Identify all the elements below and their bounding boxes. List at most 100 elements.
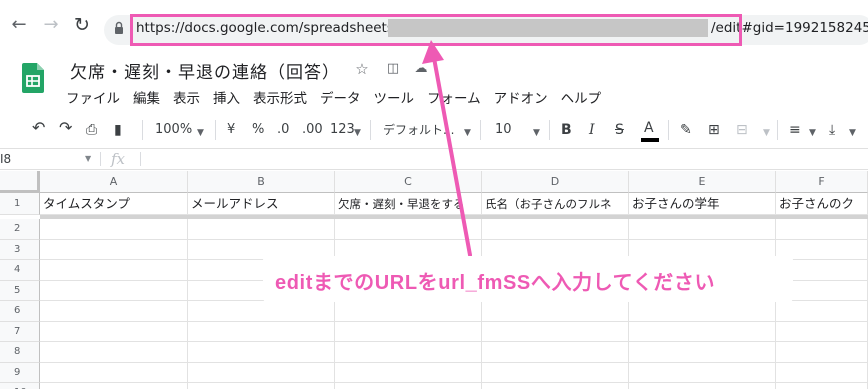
grid-cell[interactable] — [188, 362, 335, 383]
merge-cells-icon[interactable]: ⊟ — [736, 122, 748, 138]
grid-cell[interactable] — [335, 219, 482, 240]
grid-cell[interactable] — [629, 301, 776, 322]
forward-arrow-icon[interactable]: → — [40, 14, 62, 36]
grid-cell[interactable] — [629, 362, 776, 383]
select-all-corner[interactable] — [0, 171, 40, 193]
paint-format-icon[interactable]: ▮ — [114, 122, 122, 138]
grid-cell[interactable] — [776, 321, 868, 342]
grid-cell[interactable] — [40, 239, 188, 260]
horizontal-align-icon[interactable]: ≡ — [789, 122, 801, 138]
column-header-f[interactable]: F — [776, 171, 868, 193]
menu-help[interactable]: ヘルプ — [561, 87, 602, 107]
increase-decimal-button[interactable]: .00 — [302, 122, 323, 138]
grid-cell[interactable] — [482, 362, 629, 383]
font-size-select[interactable]: 10 — [495, 122, 512, 138]
grid-cell[interactable] — [776, 219, 868, 240]
document-title[interactable]: 欠席・遅刻・早退の連絡（回答） — [70, 58, 340, 83]
grid-cell[interactable] — [482, 383, 629, 389]
menu-file[interactable]: ファイル — [66, 87, 120, 107]
font-family-select[interactable]: デフォルト... — [383, 122, 454, 138]
grid-cell[interactable] — [40, 342, 188, 363]
column-header-e[interactable]: E — [629, 171, 776, 193]
grid-cell[interactable] — [776, 362, 868, 383]
row-header-8[interactable]: 8 — [0, 342, 40, 363]
column-header-a[interactable]: A — [40, 171, 188, 193]
bold-button[interactable]: B — [561, 122, 572, 138]
cloud-status-icon[interactable]: ☁ — [412, 60, 430, 78]
vertical-align-icon[interactable]: ⤓ — [829, 122, 835, 138]
redo-icon[interactable]: ↷ — [59, 120, 72, 136]
grid-cell[interactable] — [335, 301, 482, 322]
text-color-button[interactable]: A — [644, 120, 654, 136]
zoom-select[interactable]: 100% — [155, 122, 192, 138]
grid-cell[interactable] — [335, 321, 482, 342]
header-cell-child-class[interactable]: お子さんのク — [776, 193, 868, 215]
grid-cell[interactable] — [40, 321, 188, 342]
column-header-c[interactable]: C — [335, 171, 482, 193]
grid-cell[interactable] — [482, 301, 629, 322]
menu-edit[interactable]: 編集 — [133, 87, 160, 107]
grid-cell[interactable] — [40, 362, 188, 383]
header-cell-timestamp[interactable]: タイムスタンプ — [40, 193, 188, 215]
grid-cell[interactable] — [188, 301, 335, 322]
row-header-4[interactable]: 4 — [0, 260, 40, 281]
grid-cell[interactable] — [629, 383, 776, 389]
row-header-9[interactable]: 9 — [0, 362, 40, 383]
back-arrow-icon[interactable]: ← — [8, 14, 30, 36]
currency-format-button[interactable]: ¥ — [227, 122, 235, 138]
menu-addons[interactable]: アドオン — [494, 87, 548, 107]
italic-button[interactable]: I — [589, 122, 595, 138]
star-icon[interactable]: ☆ — [353, 60, 371, 78]
menu-view[interactable]: 表示 — [173, 87, 200, 107]
row-header-5[interactable]: 5 — [0, 280, 40, 301]
fill-color-icon[interactable]: ✎ — [680, 122, 692, 138]
grid-cell[interactable] — [482, 342, 629, 363]
row-header-3[interactable]: 3 — [0, 239, 40, 260]
grid-cell[interactable] — [482, 219, 629, 240]
grid-cell[interactable] — [335, 383, 482, 389]
grid-cell[interactable] — [40, 383, 188, 389]
grid-cell[interactable] — [188, 321, 335, 342]
borders-icon[interactable]: ⊞ — [708, 122, 720, 138]
font-dropdown-icon[interactable]: ▼ — [464, 125, 471, 141]
grid-cell[interactable] — [335, 362, 482, 383]
header-cell-child-name[interactable]: 氏名（お子さんのフルネ — [482, 193, 629, 215]
header-cell-child-grade[interactable]: お子さんの学年 — [629, 193, 776, 215]
menu-form[interactable]: フォーム — [427, 87, 481, 107]
strikethrough-button[interactable]: S — [615, 122, 624, 138]
header-cell-email[interactable]: メールアドレス — [188, 193, 335, 215]
zoom-dropdown-icon[interactable]: ▼ — [197, 125, 204, 141]
grid-cell[interactable] — [40, 260, 188, 281]
grid-cell[interactable] — [629, 321, 776, 342]
name-box-dropdown-icon[interactable]: ▼ — [85, 154, 91, 163]
merge-dropdown-icon[interactable]: ▼ — [763, 125, 770, 141]
grid-cell[interactable] — [629, 219, 776, 240]
column-header-b[interactable]: B — [188, 171, 335, 193]
grid-cell[interactable] — [776, 383, 868, 389]
grid-cell[interactable] — [40, 301, 188, 322]
vertical-align-dropdown-icon[interactable]: ▼ — [849, 125, 856, 141]
font-size-dropdown-icon[interactable]: ▼ — [533, 125, 540, 141]
column-header-d[interactable]: D — [482, 171, 629, 193]
grid-cell[interactable] — [776, 301, 868, 322]
row-header-1[interactable]: 1 — [0, 193, 40, 215]
percent-format-button[interactable]: % — [252, 122, 264, 138]
grid-cell[interactable] — [40, 219, 188, 240]
grid-cell[interactable] — [335, 342, 482, 363]
decrease-decimal-button[interactable]: .0 — [277, 122, 289, 138]
menu-data[interactable]: データ — [320, 87, 361, 107]
row-header-7[interactable]: 7 — [0, 321, 40, 342]
lock-icon[interactable] — [114, 21, 124, 35]
row-header-6[interactable]: 6 — [0, 301, 40, 322]
row-header-10[interactable]: 10 — [0, 383, 40, 389]
header-cell-absence-type[interactable]: 欠席・遅刻・早退をする — [335, 193, 482, 215]
grid-cell[interactable] — [188, 219, 335, 240]
move-folder-icon[interactable]: ◫ — [384, 60, 402, 78]
grid-cell[interactable] — [40, 280, 188, 301]
menu-tools[interactable]: ツール — [374, 87, 415, 107]
number-format-dropdown-icon[interactable]: ▼ — [354, 125, 361, 141]
print-icon[interactable]: ⎙ — [86, 122, 97, 138]
menu-format[interactable]: 表示形式 — [253, 87, 307, 107]
number-format-select[interactable]: 123 — [330, 122, 355, 138]
grid-cell[interactable] — [482, 321, 629, 342]
